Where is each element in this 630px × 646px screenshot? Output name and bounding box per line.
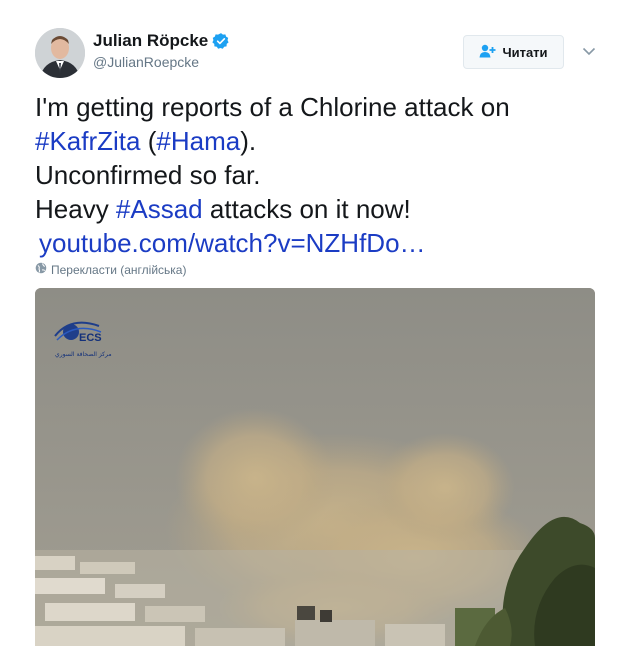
hashtag-hama-link[interactable]: #Hama [156,126,240,156]
tweet-paren-close: ). [240,126,257,156]
author-name-row: Julian Röpcke [93,31,230,51]
add-user-icon [479,44,496,61]
author-avatar[interactable] [35,28,85,78]
hashtag-kafrzita-link[interactable]: #KafrZita [35,126,141,156]
tweet-paren-open: ( [140,126,157,156]
verified-badge-icon [212,32,230,50]
follow-button[interactable]: Читати [463,35,564,69]
author-handle[interactable]: @JulianRoepcke [93,54,199,70]
tweet-line-5: youtube.com/watch?v=NZHfDo… [35,226,615,260]
hashtag-assad-link[interactable]: #Assad [116,194,203,224]
tweet-text: I'm getting reports of a Chlorine attack… [35,90,615,260]
tweet-line-1: I'm getting reports of a Chlorine attack… [35,92,510,122]
avatar-photo [35,28,85,78]
chevron-down-icon[interactable] [580,42,598,60]
follow-button-label: Читати [502,44,548,60]
author-display-name[interactable]: Julian Röpcke [93,31,208,51]
tweet-line-4-prefix: Heavy [35,194,116,224]
translate-link[interactable]: Перекласти (англійська) [35,262,186,277]
media-video-thumbnail[interactable]: ECS مركز الصحافة السوري [35,288,595,646]
smoke-cloud-image: ECS مركز الصحافة السوري [35,288,595,646]
youtube-link[interactable]: youtube.com/watch?v=NZHfDo… [39,228,426,258]
tweet-line-4-suffix: attacks on it now! [202,194,411,224]
tweet-line-2: #KafrZita (#Hama). [35,124,615,158]
tweet-line-3: Unconfirmed so far. [35,160,261,190]
tweet-line-4: Heavy #Assad attacks on it now! [35,192,615,226]
globe-icon [35,262,47,277]
ecs-watermark-caption: مركز الصحافة السوري [55,351,112,358]
translate-label: Перекласти (англійська) [51,262,187,277]
ecs-watermark: ECS [79,332,102,344]
